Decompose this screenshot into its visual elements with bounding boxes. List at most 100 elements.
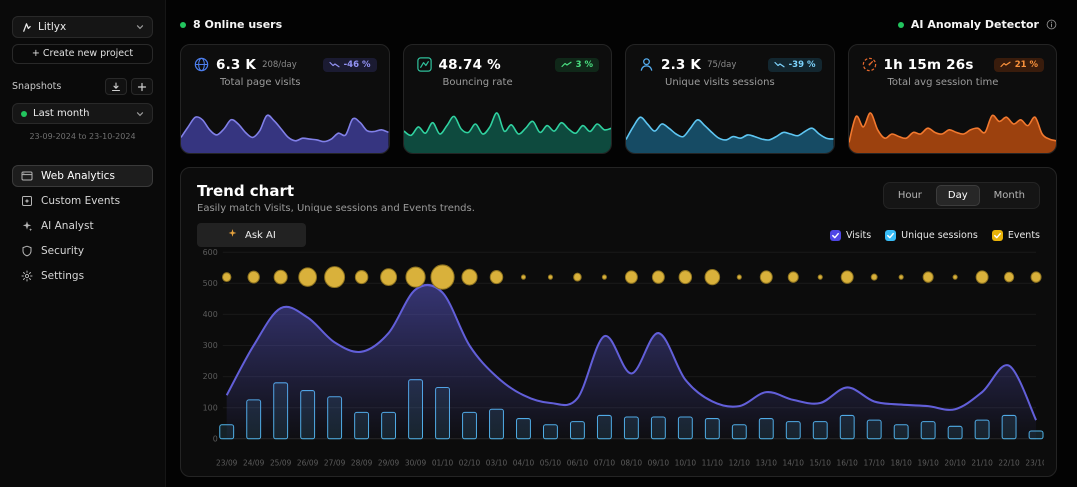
svg-text:30/09: 30/09: [405, 459, 427, 468]
stat-value: 2.3 K: [661, 57, 701, 73]
security-icon: [21, 245, 33, 257]
svg-text:08/10: 08/10: [621, 459, 643, 468]
online-users-label: 8 Online users: [193, 18, 282, 31]
anomaly-detector-label: AI Anomaly Detector: [911, 18, 1039, 31]
stat-card-unique-visits-sessions: 2.3 K 75/day -39 % Unique visits session…: [625, 44, 835, 154]
legend-item-visits[interactable]: Visits: [830, 230, 871, 241]
sparkle-icon: [227, 228, 238, 242]
project-name: Litlyx: [38, 21, 66, 33]
svg-text:25/09: 25/09: [270, 459, 292, 468]
online-status-dot: [180, 22, 186, 28]
stat-value: 1h 15m 26s: [884, 57, 974, 73]
svg-text:06/10: 06/10: [567, 459, 589, 468]
snapshot-dates: 23-09-2024 to 23-10-2024: [12, 132, 153, 141]
snapshots-row: Snapshots: [12, 78, 153, 95]
stat-card-bouncing-rate: 48.74 % 3 % Bouncing rate: [403, 44, 613, 154]
svg-text:24/09: 24/09: [243, 459, 265, 468]
download-icon: [111, 77, 121, 96]
stat-value: 48.74 %: [439, 57, 501, 73]
web-analytics-icon: [21, 170, 33, 182]
chart-legend: Visits Unique sessions Events: [830, 230, 1040, 241]
svg-text:16/10: 16/10: [837, 459, 859, 468]
svg-text:29/09: 29/09: [378, 459, 400, 468]
stat-card-total-page-visits: 6.3 K 208/day -46 % Total page visits: [180, 44, 390, 154]
sidebar-item-label: Settings: [41, 270, 84, 282]
checkbox-checked-icon[interactable]: [992, 230, 1003, 241]
trend-up-icon: [561, 61, 572, 68]
sidebar-item-label: Custom Events: [41, 195, 120, 207]
svg-text:18/10: 18/10: [890, 459, 912, 468]
range-button-hour[interactable]: Hour: [886, 185, 934, 206]
checkbox-checked-icon[interactable]: [830, 230, 841, 241]
topbar: 8 Online users AI Anomaly Detector: [180, 18, 1057, 31]
svg-text:21/10: 21/10: [971, 459, 993, 468]
trend-subtitle: Easily match Visits, Unique sessions and…: [197, 203, 475, 214]
project-logo-icon: [21, 22, 32, 33]
sidebar-item-security[interactable]: Security: [12, 240, 153, 262]
snapshot-range-value: Last month: [33, 108, 89, 119]
trend-chart[interactable]: 010020030040050060023/0924/0925/0926/092…: [191, 246, 1044, 474]
sidebar-item-settings[interactable]: Settings: [12, 265, 153, 287]
add-snapshot-button[interactable]: [131, 78, 153, 95]
sidebar-nav: Web Analytics Custom Events AI Analyst Secu…: [12, 165, 153, 287]
svg-text:20/10: 20/10: [944, 459, 966, 468]
svg-text:500: 500: [203, 278, 218, 288]
ask-ai-button[interactable]: Ask AI: [197, 223, 306, 247]
stat-label: Total avg session time: [888, 77, 1057, 88]
range-button-day[interactable]: Day: [936, 185, 980, 206]
svg-text:26/09: 26/09: [297, 459, 319, 468]
bounce-icon: [416, 56, 433, 73]
info-icon[interactable]: [1046, 19, 1057, 30]
chevron-down-icon: [136, 110, 144, 118]
svg-text:15/10: 15/10: [810, 459, 832, 468]
sidebar-item-ai-analyst[interactable]: AI Analyst: [12, 215, 153, 237]
svg-text:02/10: 02/10: [459, 459, 481, 468]
ai-anomaly-detector: AI Anomaly Detector: [898, 18, 1057, 31]
snapshot-range-select[interactable]: Last month: [12, 103, 153, 124]
svg-text:04/10: 04/10: [513, 459, 535, 468]
create-project-button[interactable]: + Create new project: [12, 44, 153, 64]
svg-text:200: 200: [203, 371, 218, 381]
checkbox-checked-icon[interactable]: [885, 230, 896, 241]
svg-text:300: 300: [203, 340, 218, 350]
svg-text:10/10: 10/10: [675, 459, 697, 468]
svg-text:400: 400: [203, 309, 218, 319]
status-dot: [21, 111, 27, 117]
stat-badge: -39 %: [768, 58, 822, 72]
sidebar-item-web-analytics[interactable]: Web Analytics: [12, 165, 153, 187]
svg-text:12/10: 12/10: [729, 459, 751, 468]
stat-cards: 6.3 K 208/day -46 % Total page visits 48…: [180, 44, 1057, 154]
plus-icon: [137, 77, 147, 96]
svg-text:28/09: 28/09: [351, 459, 373, 468]
legend-item-unique-sessions[interactable]: Unique sessions: [885, 230, 978, 241]
sidebar-item-label: Web Analytics: [41, 170, 115, 182]
timer-icon: [861, 56, 878, 73]
stat-label: Total page visits: [220, 77, 389, 88]
sidebar-item-custom-events[interactable]: Custom Events: [12, 190, 153, 212]
range-buttons: HourDayMonth: [883, 182, 1040, 209]
trend-down-icon: [329, 61, 340, 68]
trend-title: Trend chart: [197, 182, 475, 200]
chevron-down-icon: [136, 23, 144, 31]
anomaly-status-dot: [898, 22, 904, 28]
svg-text:600: 600: [203, 247, 218, 257]
sidebar-item-label: Security: [41, 245, 84, 257]
svg-text:17/10: 17/10: [863, 459, 885, 468]
svg-text:19/10: 19/10: [917, 459, 939, 468]
ask-ai-label: Ask AI: [245, 230, 276, 241]
project-selector[interactable]: Litlyx: [12, 16, 153, 38]
range-button-month[interactable]: Month: [982, 185, 1037, 206]
globe-icon: [193, 56, 210, 73]
sidebar-item-label: AI Analyst: [41, 220, 94, 232]
ai-analyst-icon: [21, 220, 33, 232]
stat-label: Unique visits sessions: [665, 77, 834, 88]
svg-text:23/09: 23/09: [216, 459, 238, 468]
online-users: 8 Online users: [180, 18, 282, 31]
export-snapshot-button[interactable]: [105, 78, 127, 95]
trend-chart-panel: Trend chart Easily match Visits, Unique …: [180, 167, 1057, 477]
svg-text:100: 100: [203, 402, 218, 412]
svg-text:09/10: 09/10: [648, 459, 670, 468]
svg-text:03/10: 03/10: [486, 459, 508, 468]
legend-item-events[interactable]: Events: [992, 230, 1040, 241]
custom-events-icon: [21, 195, 33, 207]
